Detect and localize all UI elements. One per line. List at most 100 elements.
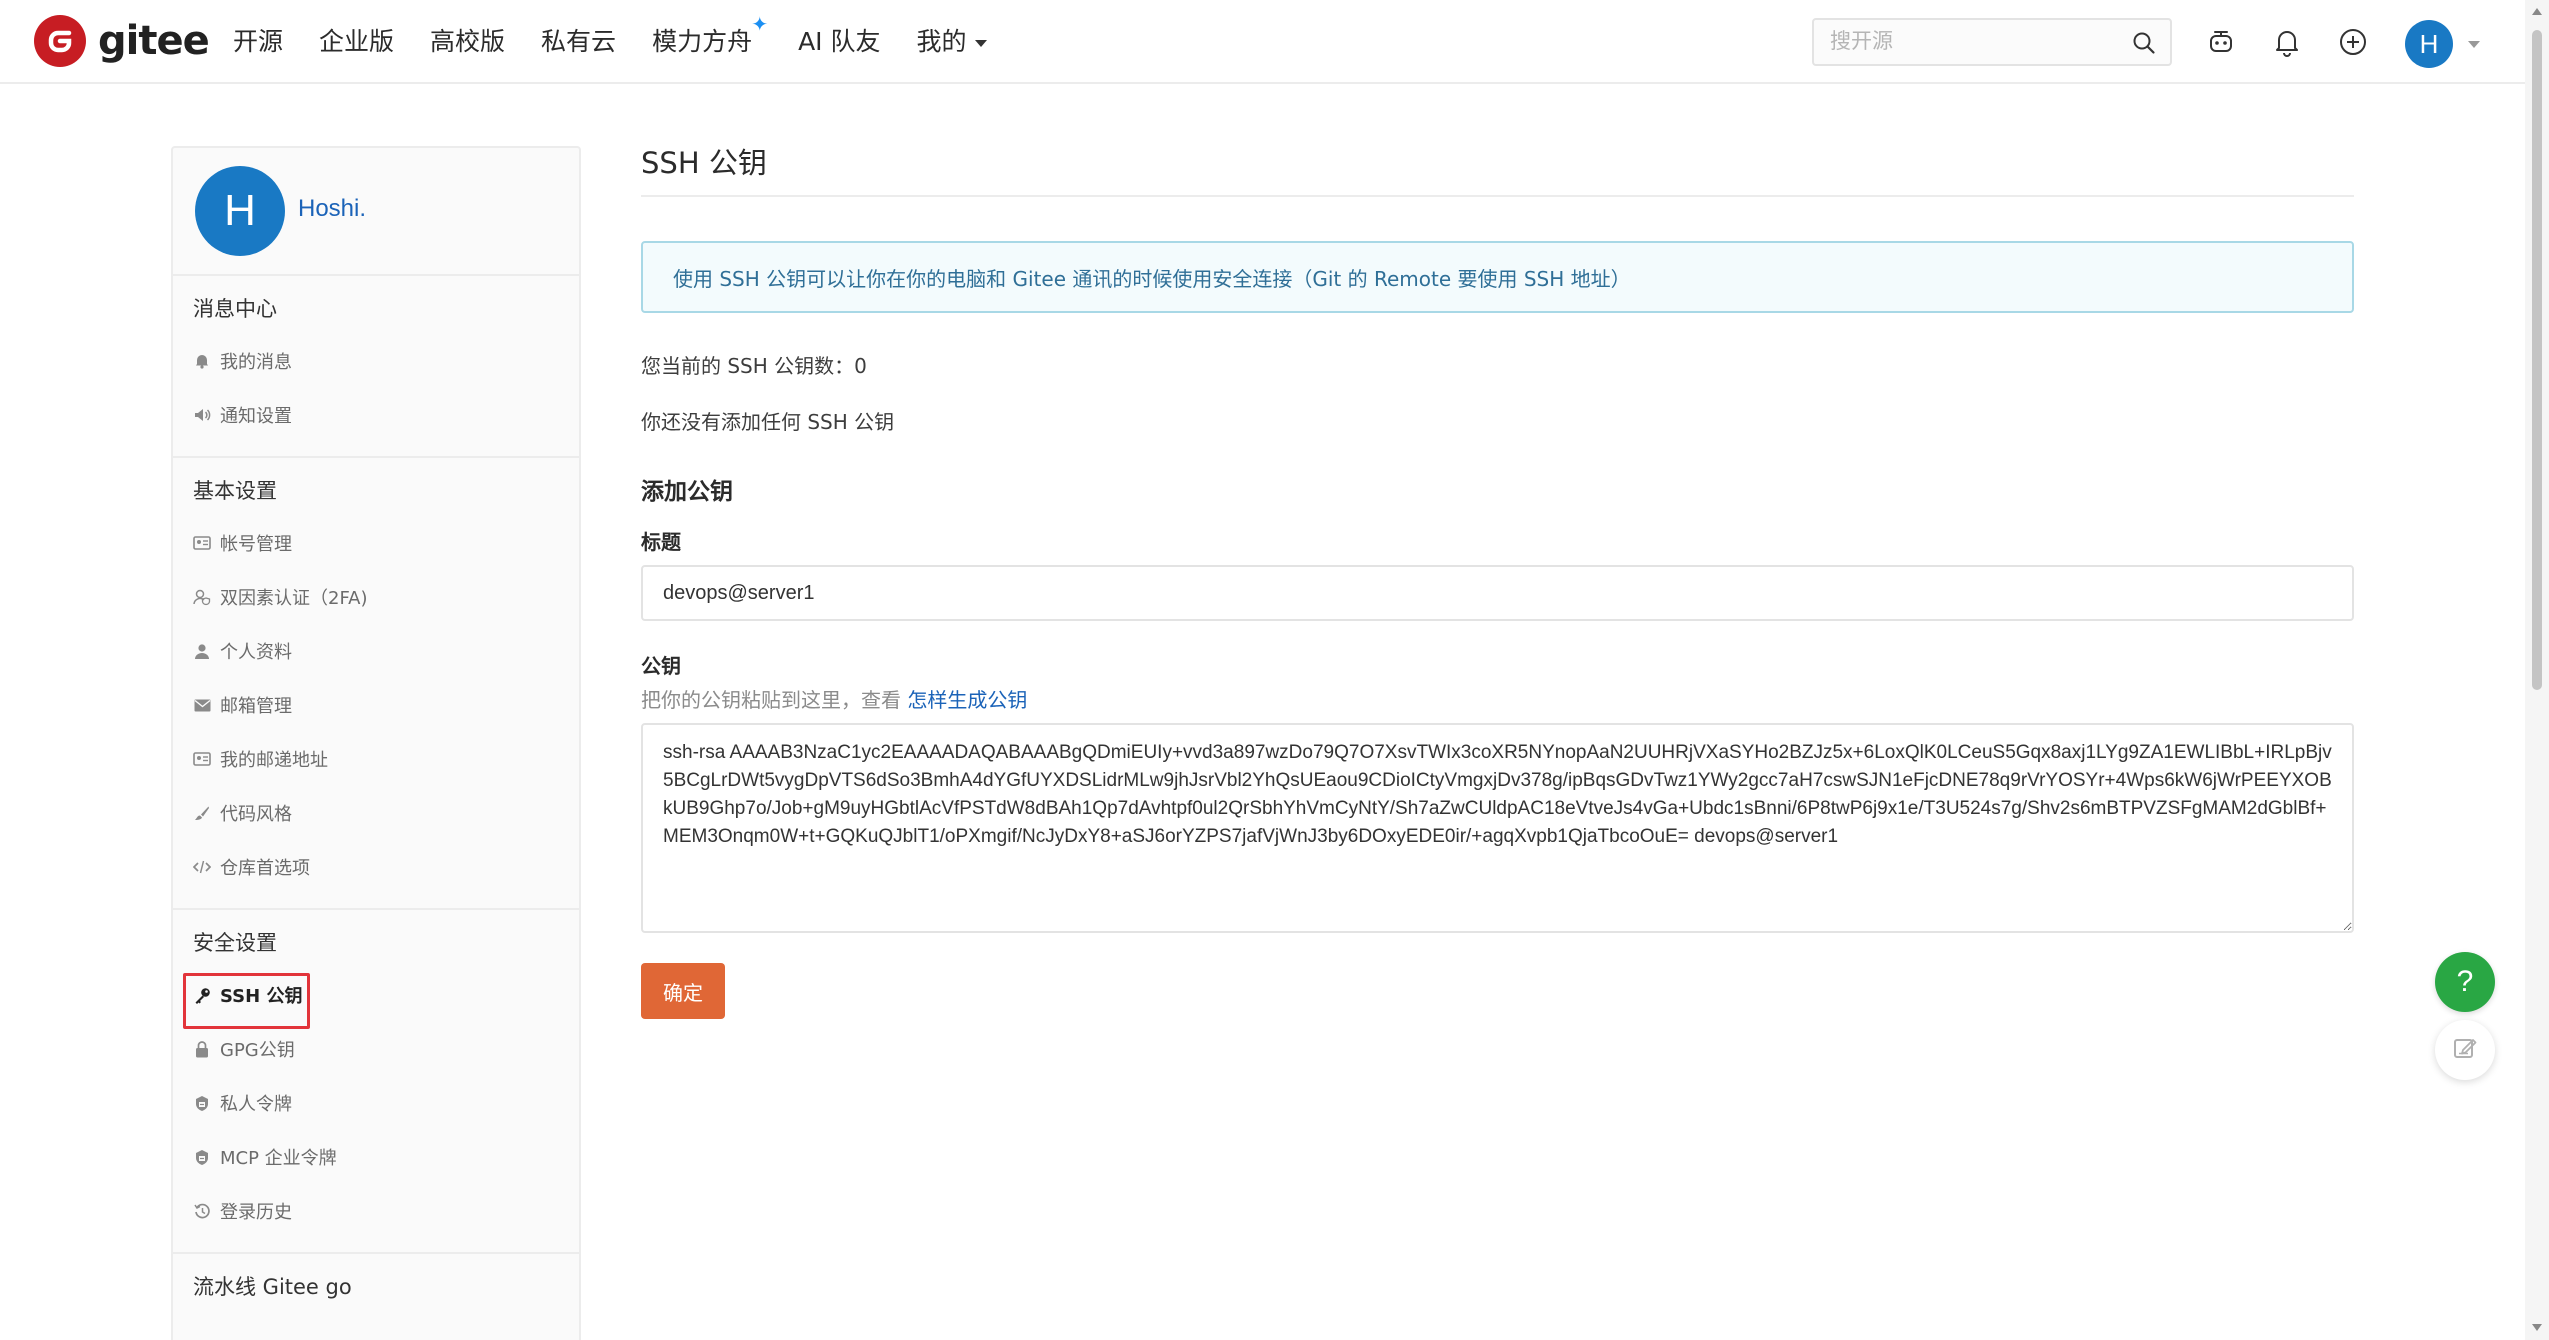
public-key-hint: 把你的公钥粘贴到这里，查看 怎样生成公钥 [641, 685, 2354, 715]
robot-icon[interactable] [2203, 24, 2239, 60]
sidebar-item-label: 仓库首选项 [220, 858, 310, 879]
sidebar-item-notify-settings[interactable]: 通知设置 [173, 388, 579, 442]
search-icon[interactable] [2132, 31, 2156, 59]
section-title: 消息中心 [193, 297, 277, 321]
sidebar-item-label: 登录历史 [220, 1202, 292, 1223]
scroll-thumb[interactable] [2532, 30, 2542, 690]
sidebar-item-mcp-tokens[interactable]: MCP 企业令牌 [173, 1130, 579, 1184]
section-security-settings: 安全设置 SSH 公钥 GPG公钥 私人令牌 MCP 企业令牌 登录历史 [173, 910, 579, 1254]
sidebar-item-account[interactable]: 帐号管理 [173, 516, 579, 570]
sidebar-item-login-history[interactable]: 登录历史 [173, 1184, 579, 1238]
ssh-key-count: 您当前的 SSH 公钥数：0 [641, 351, 2354, 381]
lock-icon [193, 1040, 211, 1058]
question-icon: ? [2456, 965, 2474, 998]
address-card-icon [193, 750, 211, 768]
page-scrollbar[interactable] [2525, 0, 2549, 1340]
search-box [1812, 18, 2172, 66]
count-value: 0 [854, 354, 867, 378]
sidebar-item-label: 双因素认证（2FA) [220, 588, 368, 609]
sparkle-icon: ✦ [751, 12, 769, 36]
nav-mine[interactable]: 我的 [917, 22, 987, 58]
code-icon [193, 858, 211, 876]
nav-ai-teammate[interactable]: AI 队友 [798, 22, 880, 58]
sidebar-item-label: 个人资料 [220, 642, 292, 663]
nav-enterprise[interactable]: 企业版 [319, 22, 394, 58]
user-icon [193, 642, 211, 660]
title-label: 标题 [641, 530, 681, 554]
section-title[interactable]: 流水线 Gitee go [173, 1272, 579, 1302]
user-avatar[interactable]: H [2405, 20, 2453, 68]
sidebar-item-private-tokens[interactable]: 私人令牌 [173, 1076, 579, 1130]
sidebar-item-gpg-keys[interactable]: GPG公钥 [173, 1022, 579, 1076]
feedback-button[interactable] [2435, 1020, 2495, 1080]
count-label: 您当前的 SSH 公钥数： [641, 354, 855, 378]
nav-open-source[interactable]: 开源 [233, 22, 283, 58]
sidebar-item-label: 邮箱管理 [220, 696, 292, 717]
token-icon [193, 1148, 211, 1166]
nav-moli-fangzhou[interactable]: 模力方舟 ✦ [652, 12, 768, 58]
bell-icon [193, 352, 211, 370]
nav-education[interactable]: 高校版 [430, 22, 505, 58]
sidebar-item-label: 我的邮递地址 [220, 750, 328, 771]
section-messages: 消息中心 我的消息 通知设置 [173, 276, 579, 458]
bell-icon[interactable] [2269, 24, 2305, 60]
profile-card: H Hoshi. [173, 148, 579, 276]
sidebar-item-2fa[interactable]: 双因素认证（2FA) [173, 570, 579, 624]
empty-state-text: 你还没有添加任何 SSH 公钥 [641, 410, 895, 434]
add-key-heading: 添加公钥 [641, 479, 733, 505]
sidebar-item-label: 帐号管理 [220, 534, 292, 555]
sidebar-item-my-messages[interactable]: 我的消息 [173, 334, 579, 388]
info-notice-text: 使用 SSH 公钥可以让你在你的电脑和 Gitee 通讯的时候使用安全连接（Gi… [673, 266, 1631, 291]
info-notice: 使用 SSH 公钥可以让你在你的电脑和 Gitee 通讯的时候使用安全连接（Gi… [641, 241, 2354, 313]
profile-avatar[interactable]: H [195, 166, 285, 256]
sidebar-item-label: 我的消息 [220, 352, 292, 373]
public-key-label: 公钥 [641, 654, 681, 678]
sidebar-item-label: MCP 企业令牌 [220, 1148, 337, 1169]
brush-icon [193, 804, 211, 822]
user-shield-icon [193, 588, 211, 606]
scroll-down-arrow[interactable] [2532, 1324, 2542, 1331]
sidebar-item-email[interactable]: 邮箱管理 [173, 678, 579, 732]
sidebar-item-label: 通知设置 [220, 406, 292, 427]
sidebar-item-repo-preferences[interactable]: 仓库首选项 [173, 840, 579, 894]
token-icon [193, 1094, 211, 1112]
sidebar-item-mailing-address[interactable]: 我的邮递地址 [173, 732, 579, 786]
section-basic-settings: 基本设置 帐号管理 双因素认证（2FA) 个人资料 邮箱管理 我的邮递地址 代码… [173, 458, 579, 910]
public-key-textarea[interactable]: ssh-rsa AAAAB3NzaC1yc2EAAAADAQABAAABgQDm… [641, 723, 2354, 933]
nav-moli-label: 模力方舟 [652, 27, 753, 56]
how-to-generate-key-link[interactable]: 怎样生成公钥 [907, 688, 1027, 712]
sidebar-item-profile[interactable]: 个人资料 [173, 624, 579, 678]
brand-name: gitee [98, 18, 210, 64]
caret-down-icon[interactable] [2468, 41, 2480, 48]
settings-sidebar: H Hoshi. 消息中心 我的消息 通知设置 基本设置 帐号管理 双因素认证（… [171, 146, 581, 1340]
history-icon [193, 1202, 211, 1220]
hint-text: 把你的公钥粘贴到这里，查看 [641, 688, 908, 712]
sidebar-item-label: GPG公钥 [220, 1040, 295, 1061]
main-nav: 开源 企业版 高校版 私有云 模力方舟 ✦ AI 队友 我的 [233, 12, 1023, 58]
scroll-up-arrow[interactable] [2532, 8, 2542, 15]
section-title: 基本设置 [193, 479, 277, 503]
search-input[interactable] [1814, 20, 2114, 64]
confirm-button[interactable]: 确定 [641, 963, 725, 1019]
id-card-icon [193, 534, 211, 552]
key-title-input[interactable] [641, 565, 2354, 621]
section-pipeline: 流水线 Gitee go [173, 1254, 579, 1326]
envelope-icon [193, 696, 211, 714]
sidebar-item-code-style[interactable]: 代码风格 [173, 786, 579, 840]
top-navbar: gitee 开源 企业版 高校版 私有云 模力方舟✦ AI 队友 我的 H [0, 0, 2525, 84]
plus-circle-icon[interactable] [2335, 24, 2371, 60]
caret-down-icon [974, 39, 987, 47]
speaker-icon [193, 406, 211, 424]
sidebar-item-label: 私人令牌 [220, 1094, 292, 1115]
profile-name[interactable]: Hoshi. [298, 195, 366, 223]
page-title: SSH 公钥 [641, 146, 767, 180]
nav-private-cloud[interactable]: 私有云 [541, 22, 616, 58]
main-content: SSH 公钥 使用 SSH 公钥可以让你在你的电脑和 Gitee 通讯的时候使用… [641, 140, 2354, 1019]
section-title: 安全设置 [193, 931, 277, 955]
help-button[interactable]: ? [2435, 952, 2495, 1012]
nav-mine-label: 我的 [916, 27, 967, 56]
gitee-logo-icon [34, 15, 86, 67]
active-highlight-box [183, 973, 310, 1029]
gitee-logo[interactable]: gitee [34, 15, 210, 67]
sidebar-item-ssh-keys[interactable]: SSH 公钥 [173, 968, 579, 1029]
